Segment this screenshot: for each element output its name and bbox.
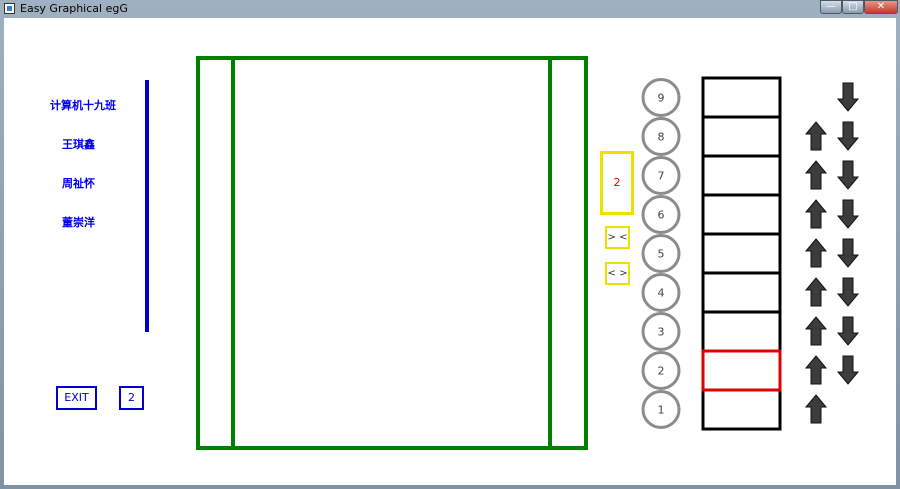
client-area: 计算机十九班 王琪鑫 周祉怀 董崇洋 EXIT 2 2 > < < > 9876… bbox=[4, 18, 896, 485]
arrow-up-icon[interactable] bbox=[804, 316, 828, 346]
elevator-car-frame bbox=[196, 56, 588, 450]
shaft-cell-floor-6 bbox=[701, 193, 782, 236]
arrow-down-icon[interactable] bbox=[836, 316, 860, 346]
shaft-cell-floor-7 bbox=[701, 154, 782, 197]
floor-button-label: 2 bbox=[658, 365, 665, 378]
shaft-cell-floor-4 bbox=[701, 271, 782, 314]
shaft-cell-floor-2 bbox=[701, 349, 782, 392]
elevator-car-position bbox=[701, 349, 782, 392]
app-window: Easy Graphical egG — □ ✕ 计算机十九班 王琪鑫 周祉怀 … bbox=[0, 0, 900, 489]
title-bar: Easy Graphical egG — □ ✕ bbox=[0, 0, 900, 18]
floor-button-label: 9 bbox=[658, 92, 665, 105]
maximize-button[interactable]: □ bbox=[842, 0, 864, 14]
floor-button-label: 1 bbox=[658, 404, 665, 417]
floor-button-label: 7 bbox=[658, 170, 665, 183]
elevator-diagram: 9 8 7 6 5 4 3 2 1 bbox=[145, 56, 860, 450]
arrow-down-icon[interactable] bbox=[836, 238, 860, 268]
arrow-down-icon[interactable] bbox=[836, 121, 860, 151]
shaft-cell-floor-5 bbox=[701, 232, 782, 275]
arrow-up-icon[interactable] bbox=[804, 355, 828, 385]
floor-button-label: 8 bbox=[658, 131, 665, 144]
app-icon bbox=[4, 3, 15, 14]
shaft-cell-floor-8 bbox=[701, 115, 782, 158]
arrow-down-icon[interactable] bbox=[836, 160, 860, 190]
arrow-down-icon[interactable] bbox=[836, 199, 860, 229]
shaft-cell-floor-3 bbox=[701, 310, 782, 353]
arrow-up-icon[interactable] bbox=[804, 199, 828, 229]
window-title: Easy Graphical egG bbox=[20, 2, 128, 15]
shaft-cell-floor-1 bbox=[701, 388, 782, 431]
arrow-up-icon[interactable] bbox=[804, 277, 828, 307]
floors-layer: 9 8 7 6 5 4 3 2 1 bbox=[641, 76, 860, 431]
arrow-up-icon[interactable] bbox=[804, 121, 828, 151]
shaft-cell-floor-9 bbox=[701, 76, 782, 119]
arrow-up-icon[interactable] bbox=[804, 160, 828, 190]
arrow-down-icon[interactable] bbox=[836, 82, 860, 112]
minimize-button[interactable]: — bbox=[820, 0, 842, 14]
close-button[interactable]: ✕ bbox=[864, 0, 898, 14]
floor-button-label: 6 bbox=[658, 209, 665, 222]
arrow-up-icon[interactable] bbox=[804, 394, 828, 424]
arrow-down-icon[interactable] bbox=[836, 277, 860, 307]
arrow-up-icon[interactable] bbox=[804, 238, 828, 268]
floor-button-label: 3 bbox=[658, 326, 665, 339]
arrow-down-icon[interactable] bbox=[836, 355, 860, 385]
floor-button-label: 5 bbox=[658, 248, 665, 261]
floor-button-label: 4 bbox=[658, 287, 665, 300]
